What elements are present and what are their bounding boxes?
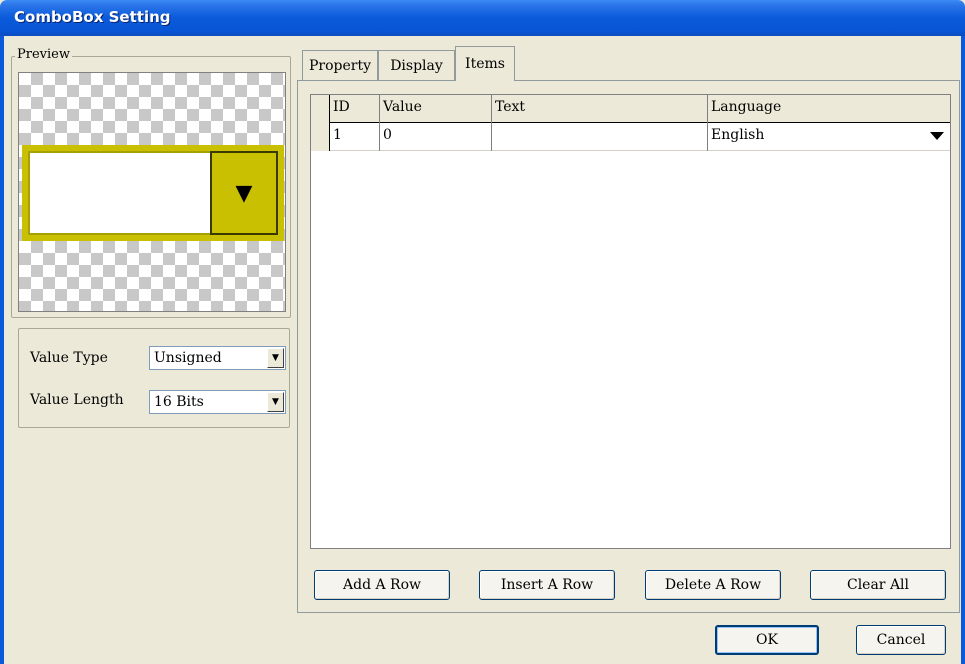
value-length-select[interactable]: 16 Bits ▼ <box>149 390 286 414</box>
cell-language-value: English <box>711 127 765 143</box>
chevron-down-icon[interactable]: ▼ <box>267 392 284 412</box>
preview-canvas: ▼ <box>18 72 286 312</box>
row-selector-header <box>311 95 330 123</box>
chevron-down-icon[interactable]: ▼ <box>267 348 284 368</box>
cell-id[interactable]: 1 <box>330 123 380 151</box>
items-grid[interactable]: ID Value Text Language 1 0 English <box>310 94 951 549</box>
value-length-label: Value Length <box>30 392 124 408</box>
tab-display[interactable]: Display <box>378 50 455 80</box>
grid-header: ID Value Text Language <box>311 95 950 123</box>
column-header-value[interactable]: Value <box>380 95 492 123</box>
insert-row-button[interactable]: Insert A Row <box>479 570 615 600</box>
clear-all-button[interactable]: Clear All <box>810 570 946 600</box>
title-bar: ComboBox Setting <box>0 0 965 36</box>
preview-legend: Preview <box>15 47 72 62</box>
column-header-id[interactable]: ID <box>330 95 380 123</box>
preview-combobox-field: ▼ <box>28 151 278 235</box>
value-type-select[interactable]: Unsigned ▼ <box>149 346 286 370</box>
window-border-left <box>0 36 4 664</box>
window-border-right <box>961 36 965 664</box>
cell-value[interactable]: 0 <box>380 123 492 151</box>
preview-combobox: ▼ <box>22 145 284 241</box>
row-selector[interactable] <box>311 123 330 151</box>
tab-items[interactable]: Items <box>455 46 515 81</box>
window-title: ComboBox Setting <box>14 8 171 26</box>
value-type-value: Unsigned <box>154 350 222 366</box>
tab-property[interactable]: Property <box>302 50 378 80</box>
value-length-value: 16 Bits <box>154 394 204 410</box>
delete-row-button[interactable]: Delete A Row <box>645 570 781 600</box>
column-header-text[interactable]: Text <box>492 95 708 123</box>
add-row-button[interactable]: Add A Row <box>314 570 450 600</box>
value-type-label: Value Type <box>30 350 108 366</box>
ok-button[interactable]: OK <box>715 625 819 655</box>
cell-language[interactable]: English <box>708 123 950 151</box>
cell-text[interactable] <box>492 123 708 151</box>
cancel-button[interactable]: Cancel <box>856 625 946 655</box>
chevron-down-icon[interactable] <box>930 132 944 140</box>
column-header-language[interactable]: Language <box>708 95 950 123</box>
table-row[interactable]: 1 0 English <box>311 123 950 151</box>
chevron-down-icon: ▼ <box>210 151 278 235</box>
